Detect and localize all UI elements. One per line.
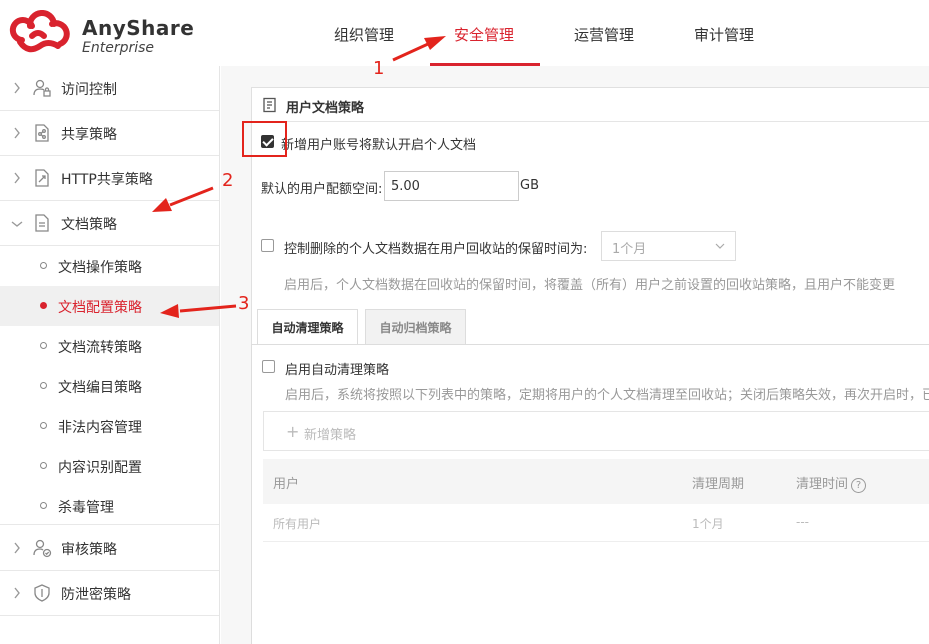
policy-table-header: 用户 清理周期 清理时间? bbox=[263, 459, 929, 504]
chevron-right-icon bbox=[14, 587, 20, 599]
enable-auto-clean-checkbox[interactable] bbox=[262, 360, 275, 373]
annotation-highlight-box bbox=[242, 121, 287, 157]
auto-clean-tab-panel: 启用自动清理策略 启用后，系统将按照以下列表中的策略，定期将用户的个人文档清理至… bbox=[251, 344, 929, 644]
bullet-icon bbox=[40, 302, 47, 309]
brand-edition: Enterprise bbox=[82, 40, 155, 56]
table-row[interactable]: 所有用户 1个月 --- bbox=[263, 504, 929, 542]
retention-hint: 启用后，个人文档数据在回收站的保留时间，将覆盖（所有）用户之前设置的回收站策略，… bbox=[284, 278, 896, 293]
sidebar-subitem-illegal-content[interactable]: 非法内容管理 bbox=[0, 406, 219, 446]
sidebar-subitem-label: 文档流转策略 bbox=[58, 340, 142, 356]
brand-name: AnyShare bbox=[82, 16, 195, 40]
sidebar-subitem-label: 文档配置策略 bbox=[58, 300, 142, 316]
sidebar-item-document-policy[interactable]: 文档策略 bbox=[0, 201, 219, 246]
column-header-clean-time: 清理时间? bbox=[796, 473, 867, 493]
sidebar-subitem-doc-catalog-policy[interactable]: 文档编目策略 bbox=[0, 366, 219, 406]
sidebar-item-label: 审核策略 bbox=[61, 542, 117, 558]
sidebar-subitem-doc-operation-policy[interactable]: 文档操作策略 bbox=[0, 246, 219, 286]
panel-title: 用户文档策略 bbox=[286, 101, 365, 116]
share-doc-icon bbox=[35, 124, 49, 142]
sidebar-item-label: HTTP共享策略 bbox=[61, 172, 153, 188]
bullet-icon bbox=[40, 502, 47, 509]
cell-clean-time: --- bbox=[796, 515, 809, 529]
sidebar-item-label: 防泄密策略 bbox=[61, 587, 131, 603]
sidebar-item-label: 访问控制 bbox=[61, 82, 117, 98]
app-header: AnyShare Enterprise 组织管理 安全管理 运营管理 审计管理 bbox=[0, 0, 929, 66]
chevron-right-icon bbox=[14, 542, 20, 554]
quota-label: 默认的用户配额空间: bbox=[261, 182, 383, 197]
user-check-icon bbox=[33, 539, 52, 558]
sidebar-subitem-content-recognition[interactable]: 内容识别配置 bbox=[0, 446, 219, 486]
user-lock-icon bbox=[33, 79, 51, 97]
sidebar-item-dlp-policy[interactable]: 防泄密策略 bbox=[0, 571, 219, 616]
annotation-number-3: 3 bbox=[238, 293, 250, 314]
recycle-retention-label: 控制删除的个人文档数据在用户回收站的保留时间为: bbox=[284, 242, 588, 257]
bullet-icon bbox=[40, 382, 47, 389]
sidebar-subitem-doc-flow-policy[interactable]: 文档流转策略 bbox=[0, 326, 219, 366]
chevron-down-icon bbox=[11, 221, 23, 227]
chevron-right-icon bbox=[14, 82, 20, 94]
tab-auto-archive-policy[interactable]: 自动归档策略 bbox=[365, 309, 466, 345]
annotation-number-2: 2 bbox=[222, 170, 234, 191]
sidebar-subitem-label: 非法内容管理 bbox=[58, 420, 142, 436]
quota-unit: GB bbox=[520, 178, 539, 193]
bullet-icon bbox=[40, 422, 47, 429]
bullet-icon bbox=[40, 262, 47, 269]
shield-icon bbox=[34, 584, 50, 602]
retention-period-select[interactable]: 1个月 bbox=[601, 231, 736, 261]
column-header-clean-period: 清理周期 bbox=[692, 477, 745, 492]
tab-security-management[interactable]: 安全管理 bbox=[424, 0, 544, 66]
panel-header: 用户文档策略 bbox=[252, 88, 929, 122]
annotation-number-1: 1 bbox=[373, 58, 385, 79]
sidebar-subitem-label: 杀毒管理 bbox=[58, 500, 114, 516]
sidebar-item-review-policy[interactable]: 审核策略 bbox=[0, 526, 219, 571]
document-list-icon bbox=[263, 97, 276, 113]
sidebar-item-label: 文档策略 bbox=[61, 217, 117, 233]
chevron-right-icon bbox=[14, 172, 20, 184]
main-content: 用户文档策略 新增用户账号将默认开启个人文档 默认的用户配额空间: GB 控制删… bbox=[221, 66, 929, 644]
bullet-icon bbox=[40, 462, 47, 469]
sidebar-subitem-doc-config-policy[interactable]: 文档配置策略 bbox=[0, 286, 219, 326]
top-navigation: 组织管理 安全管理 运营管理 审计管理 bbox=[304, 0, 784, 66]
sidebar-item-http-share-policy[interactable]: HTTP共享策略 bbox=[0, 156, 219, 201]
cell-clean-period: 1个月 bbox=[692, 517, 724, 531]
tab-audit-management[interactable]: 审计管理 bbox=[664, 0, 784, 66]
brand-logo[interactable]: AnyShare Enterprise bbox=[8, 10, 194, 60]
cell-user: 所有用户 bbox=[273, 517, 322, 531]
tab-operations-management[interactable]: 运营管理 bbox=[544, 0, 664, 66]
sidebar-subitem-label: 内容识别配置 bbox=[58, 460, 142, 476]
auto-clean-hint: 启用后，系统将按照以下列表中的策略，定期将用户的个人文档清理至回收站；关闭后策略… bbox=[285, 388, 929, 403]
tab-auto-clean-policy[interactable]: 自动清理策略 bbox=[257, 309, 358, 345]
sidebar-item-label: 共享策略 bbox=[61, 127, 117, 143]
help-icon[interactable]: ? bbox=[851, 478, 867, 493]
sidebar-item-share-policy[interactable]: 共享策略 bbox=[0, 111, 219, 156]
column-header-user: 用户 bbox=[273, 477, 300, 492]
http-share-icon bbox=[35, 169, 49, 187]
auto-create-label: 新增用户账号将默认开启个人文档 bbox=[281, 138, 477, 153]
add-policy-label: 新增策略 bbox=[304, 428, 357, 443]
enable-auto-clean-label: 启用自动清理策略 bbox=[285, 363, 390, 378]
sidebar: 访问控制 共享策略 HTTP共享策略 文档策略 文档操作策略 文档配置策略 文档… bbox=[0, 66, 220, 644]
plus-icon: + bbox=[286, 422, 300, 441]
sidebar-subitem-antivirus[interactable]: 杀毒管理 bbox=[0, 486, 219, 525]
retention-period-value: 1个月 bbox=[612, 242, 647, 257]
sidebar-subitem-label: 文档操作策略 bbox=[58, 260, 142, 276]
chevron-right-icon bbox=[14, 127, 20, 139]
bullet-icon bbox=[40, 342, 47, 349]
sidebar-item-access-control[interactable]: 访问控制 bbox=[0, 66, 219, 111]
quota-input[interactable] bbox=[384, 171, 519, 201]
document-icon bbox=[35, 214, 49, 232]
chevron-down-icon bbox=[715, 243, 725, 249]
recycle-retention-checkbox[interactable] bbox=[261, 239, 274, 252]
add-policy-button[interactable]: + 新增策略 bbox=[263, 411, 929, 451]
anyshare-logo-icon bbox=[9, 10, 70, 53]
sidebar-subitem-label: 文档编目策略 bbox=[58, 380, 142, 396]
tab-org-management[interactable]: 组织管理 bbox=[304, 0, 424, 66]
